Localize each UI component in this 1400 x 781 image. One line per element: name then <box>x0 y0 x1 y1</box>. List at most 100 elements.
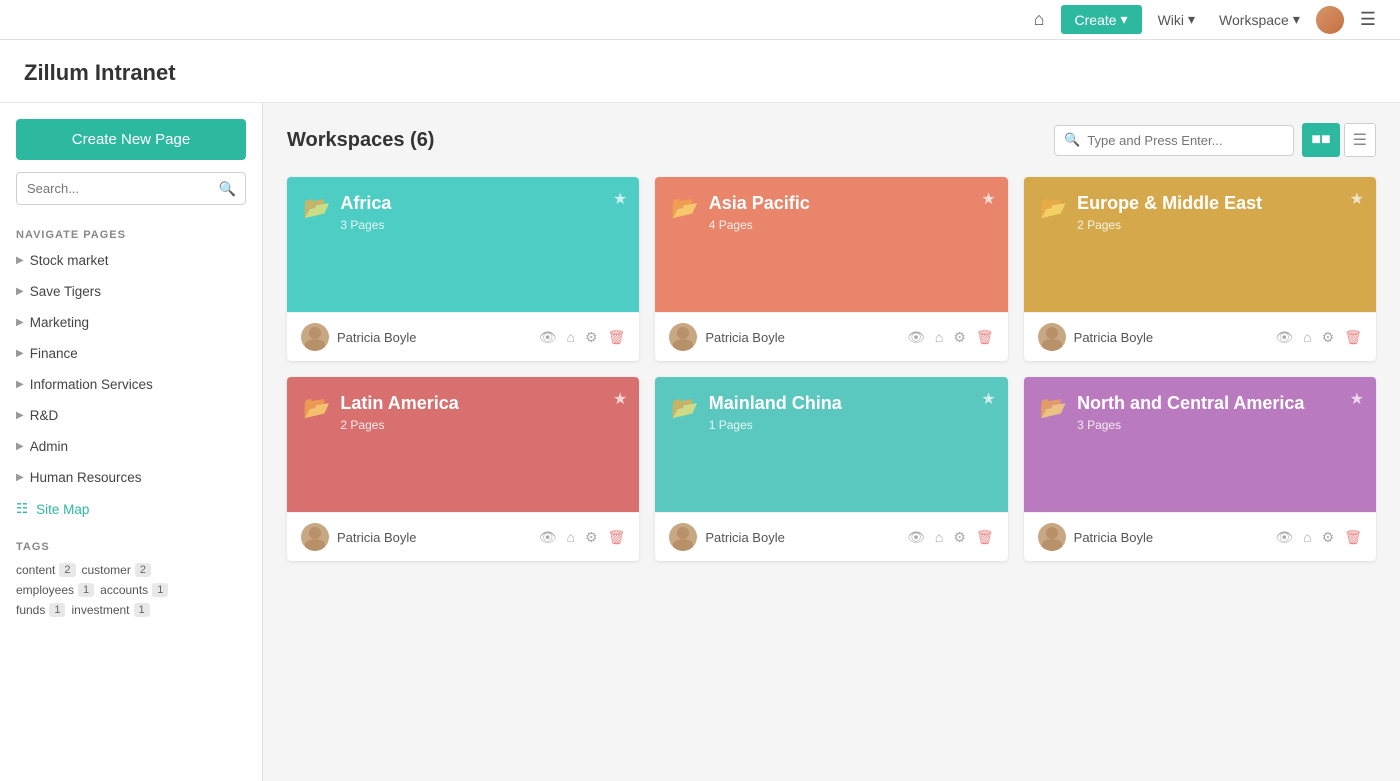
user-name: Patricia Boyle <box>1074 330 1153 345</box>
settings-icon[interactable]: ⚙ <box>585 529 598 546</box>
star-icon[interactable]: ★ <box>613 389 627 409</box>
star-icon[interactable]: ★ <box>1350 389 1364 409</box>
star-icon[interactable]: ★ <box>1350 189 1364 209</box>
chevron-right-icon: ▶ <box>16 410 24 421</box>
workspaces-search-input[interactable] <box>1054 125 1294 156</box>
sidebar-item-admin[interactable]: ▶ Admin <box>0 431 262 462</box>
create-new-page-button[interactable]: Create New Page <box>16 119 246 160</box>
wiki-link[interactable]: Wiki ▾ <box>1150 7 1203 32</box>
view-icon[interactable]: 👁 <box>539 529 557 546</box>
card-header-africa[interactable]: 📂 Africa 3 Pages ★ <box>287 177 639 312</box>
card-footer-north-central-america: Patricia Boyle 👁 ⌂ ⚙ 🗑 <box>1024 512 1376 561</box>
user-avatar[interactable] <box>1316 6 1344 34</box>
delete-icon[interactable]: 🗑 <box>608 329 626 346</box>
sidebar-item-information-services[interactable]: ▶ Information Services <box>0 369 262 400</box>
home-icon[interactable]: ⌂ <box>567 329 575 346</box>
list-view-button[interactable]: ☰ <box>1344 123 1376 157</box>
home-icon[interactable]: ⌂ <box>1303 329 1311 346</box>
hamburger-icon[interactable]: ☰ <box>1352 5 1384 34</box>
chevron-down-icon: ▾ <box>1293 11 1300 28</box>
workspaces-title: Workspaces (6) <box>287 129 434 152</box>
home-icon[interactable]: ⌂ <box>935 329 943 346</box>
tag-employees[interactable]: employees 1 <box>16 583 94 597</box>
settings-icon[interactable]: ⚙ <box>953 329 966 346</box>
home-icon[interactable]: ⌂ <box>1303 529 1311 546</box>
folder-icon: 📂 <box>671 395 698 421</box>
view-icon[interactable]: 👁 <box>907 329 925 346</box>
card-title-north-central-america: North and Central America <box>1077 393 1304 414</box>
search-icon: 🔍 <box>219 180 236 197</box>
user-info: Patricia Boyle <box>301 523 416 551</box>
settings-icon[interactable]: ⚙ <box>585 329 598 346</box>
card-header-europe-middle-east[interactable]: 📂 Europe & Middle East 2 Pages ★ <box>1024 177 1376 312</box>
card-header-asia-pacific[interactable]: 📂 Asia Pacific 4 Pages ★ <box>655 177 1007 312</box>
sidebar-item-marketing[interactable]: ▶ Marketing <box>0 307 262 338</box>
workspace-card-mainland-china: 📂 Mainland China 1 Pages ★ Patricia Boyl… <box>655 377 1007 561</box>
sidebar-item-finance[interactable]: ▶ Finance <box>0 338 262 369</box>
tag-investment[interactable]: investment 1 <box>71 603 149 617</box>
app-title: Zillum Intranet <box>0 40 1400 103</box>
workspace-cards-grid: 📂 Africa 3 Pages ★ Patricia Boyle 👁 ⌂ <box>287 177 1376 561</box>
search-input[interactable] <box>16 172 246 205</box>
view-icon[interactable]: 👁 <box>1275 329 1293 346</box>
home-icon[interactable]: ⌂ <box>935 529 943 546</box>
settings-icon[interactable]: ⚙ <box>1322 529 1335 546</box>
user-info: Patricia Boyle <box>669 523 784 551</box>
workspace-card-latin-america: 📂 Latin America 2 Pages ★ Patricia Boyle… <box>287 377 639 561</box>
view-icon[interactable]: 👁 <box>907 529 925 546</box>
chevron-down-icon: ▾ <box>1188 11 1195 28</box>
card-actions: 👁 ⌂ ⚙ 🗑 <box>907 529 994 546</box>
nav-section-title: NAVIGATE PAGES <box>0 221 262 245</box>
card-header-mainland-china[interactable]: 📂 Mainland China 1 Pages ★ <box>655 377 1007 512</box>
star-icon[interactable]: ★ <box>613 189 627 209</box>
tag-accounts[interactable]: accounts 1 <box>100 583 168 597</box>
delete-icon[interactable]: 🗑 <box>976 329 994 346</box>
tag-funds[interactable]: funds 1 <box>16 603 65 617</box>
top-navigation: ⌂ Create ▾ Wiki ▾ Workspace ▾ ☰ <box>0 0 1400 40</box>
card-header-latin-america[interactable]: 📂 Latin America 2 Pages ★ <box>287 377 639 512</box>
workspaces-header: Workspaces (6) 🔍 ■■ ☰ <box>287 123 1376 157</box>
grid-view-button[interactable]: ■■ <box>1302 123 1339 157</box>
star-icon[interactable]: ★ <box>981 189 995 209</box>
sidebar-item-stock-market[interactable]: ▶ Stock market <box>0 245 262 276</box>
chevron-right-icon: ▶ <box>16 255 24 266</box>
star-icon[interactable]: ★ <box>981 389 995 409</box>
card-footer-asia-pacific: Patricia Boyle 👁 ⌂ ⚙ 🗑 <box>655 312 1007 361</box>
card-header-north-central-america[interactable]: 📂 North and Central America 3 Pages ★ <box>1024 377 1376 512</box>
sidebar-item-save-tigers[interactable]: ▶ Save Tigers <box>0 276 262 307</box>
card-pages-north-central-america: 3 Pages <box>1077 418 1304 432</box>
workspace-link[interactable]: Workspace ▾ <box>1211 7 1308 32</box>
delete-icon[interactable]: 🗑 <box>608 529 626 546</box>
view-icon[interactable]: 👁 <box>1275 529 1293 546</box>
delete-icon[interactable]: 🗑 <box>1344 529 1362 546</box>
create-button[interactable]: Create ▾ <box>1061 5 1142 34</box>
chevron-right-icon: ▶ <box>16 317 24 328</box>
header-right: 🔍 ■■ ☰ <box>1054 123 1376 157</box>
card-footer-mainland-china: Patricia Boyle 👁 ⌂ ⚙ 🗑 <box>655 512 1007 561</box>
folder-icon: 📂 <box>671 195 698 221</box>
folder-icon: 📂 <box>303 395 330 421</box>
nav-items-list: ▶ Stock market ▶ Save Tigers ▶ Marketing… <box>0 245 262 493</box>
folder-icon: 📂 <box>1040 195 1067 221</box>
workspace-card-north-central-america: 📂 North and Central America 3 Pages ★ Pa… <box>1024 377 1376 561</box>
site-map-link[interactable]: ☷ Site Map <box>0 493 262 525</box>
tag-content[interactable]: content 2 <box>16 563 76 577</box>
main-layout: Create New Page 🔍 NAVIGATE PAGES ▶ Stock… <box>0 103 1400 781</box>
chevron-right-icon: ▶ <box>16 286 24 297</box>
card-pages-europe-middle-east: 2 Pages <box>1077 218 1262 232</box>
sidebar-item-rnd[interactable]: ▶ R&D <box>0 400 262 431</box>
user-info: Patricia Boyle <box>1038 523 1153 551</box>
sidebar-item-human-resources[interactable]: ▶ Human Resources <box>0 462 262 493</box>
delete-icon[interactable]: 🗑 <box>976 529 994 546</box>
home-icon[interactable]: ⌂ <box>1026 5 1053 34</box>
search-wrap: 🔍 <box>1054 125 1294 156</box>
view-icon[interactable]: 👁 <box>539 329 557 346</box>
home-icon[interactable]: ⌂ <box>567 529 575 546</box>
settings-icon[interactable]: ⚙ <box>953 529 966 546</box>
card-pages-africa: 3 Pages <box>340 218 391 232</box>
tag-customer[interactable]: customer 2 <box>82 563 151 577</box>
delete-icon[interactable]: 🗑 <box>1344 329 1362 346</box>
card-pages-mainland-china: 1 Pages <box>709 418 842 432</box>
settings-icon[interactable]: ⚙ <box>1322 329 1335 346</box>
sidebar: Create New Page 🔍 NAVIGATE PAGES ▶ Stock… <box>0 103 263 781</box>
